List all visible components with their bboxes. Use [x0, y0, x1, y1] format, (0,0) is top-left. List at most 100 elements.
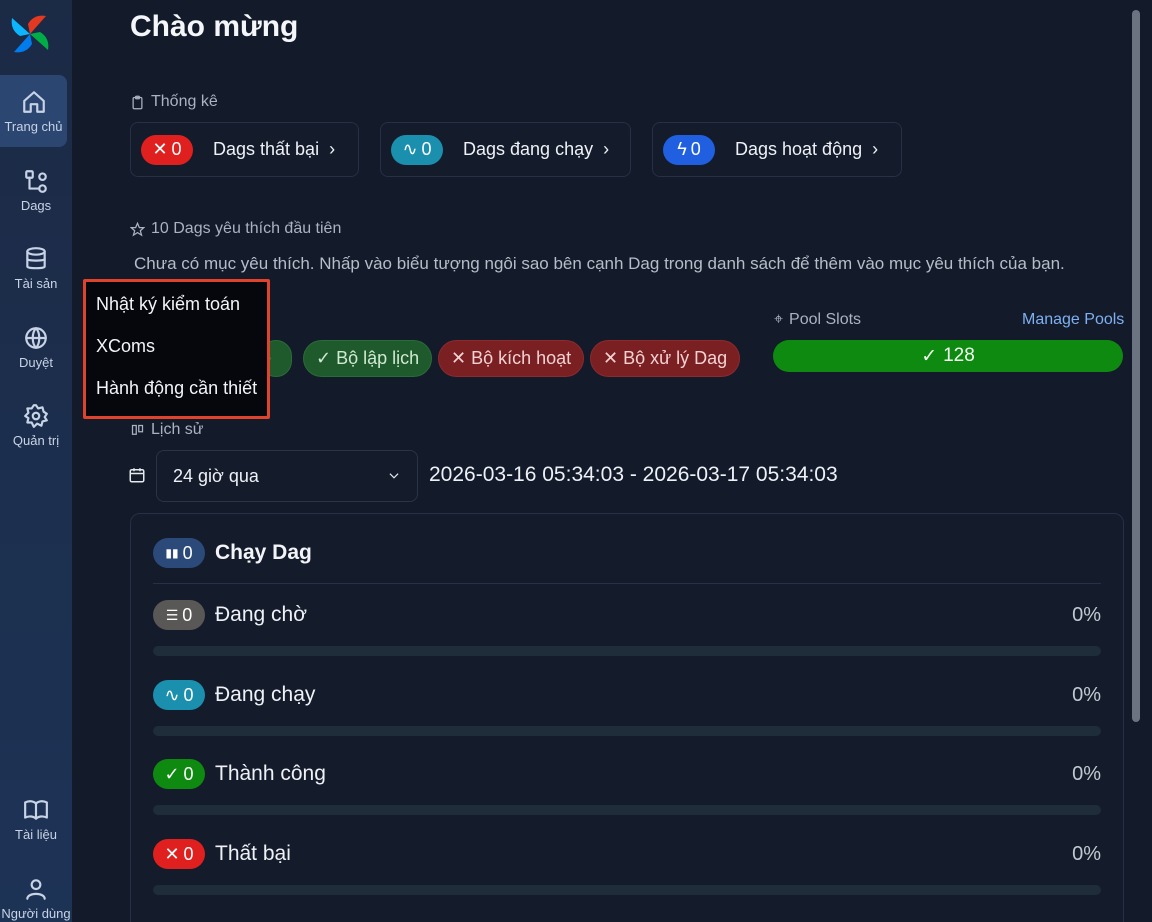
run-row-failed[interactable]: ✕ 0 Thất bại 0% [153, 837, 1101, 897]
database-icon [26, 246, 46, 269]
menu-item-required-actions[interactable]: Hành động cần thiết [86, 378, 267, 420]
running-count: 0 [183, 684, 194, 705]
sidebar-item-label: Duyệt [19, 354, 53, 370]
failed-badge: ✕ 0 [153, 839, 205, 869]
chevron-down-icon [389, 473, 399, 479]
sidebar-item-dags[interactable]: Dags [0, 154, 72, 226]
pool-slots-value: 128 [943, 345, 975, 366]
page-title: Chào mừng [130, 10, 299, 43]
queued-label: Đang chờ [215, 603, 307, 626]
main-content: Chào mừng Thống kê ✕ 0 Dags thất bại › ∿… [72, 0, 1132, 922]
scrollbar[interactable] [1130, 0, 1140, 922]
globe-icon [25, 326, 47, 349]
time-range-select[interactable]: 24 giờ qua [156, 450, 418, 502]
pool-slots-label: ⌖ Pool Slots [774, 311, 861, 329]
run-row-queued[interactable]: ☰ 0 Đang chờ 0% [153, 598, 1101, 658]
stats-label: Thống kê [151, 93, 218, 110]
pool-slots-text: Pool Slots [789, 311, 862, 328]
close-icon: ✕ [603, 348, 624, 368]
history-label: Lịch sử [151, 421, 204, 438]
health-pill-dag-processor[interactable]: ✕ Bộ xử lý Dag [590, 340, 741, 377]
favorites-label: 10 Dags yêu thích đầu tiên [151, 220, 342, 237]
favorites-empty-message: Chưa có mục yêu thích. Nhấp vào biểu tượ… [134, 254, 1065, 273]
failed-run-count: 0 [183, 843, 194, 864]
running-count-badge: ∿ 0 [391, 134, 443, 165]
dag-runs-title: Chạy Dag [215, 541, 312, 564]
chevron-right-icon: › [872, 139, 879, 159]
star-icon [130, 221, 145, 237]
time-range-value: 24 giờ qua [173, 465, 259, 486]
sidebar-item-docs[interactable]: Tài liệu [0, 783, 72, 855]
health-pill-label: Bộ xử lý Dag [623, 348, 728, 368]
health-pill-scheduler[interactable]: ✓ Bộ lập lịch [303, 340, 433, 377]
check-icon: ✓ [164, 763, 180, 784]
active-count-badge: ϟ 0 [663, 134, 715, 165]
sidebar-item-label: Tài liệu [15, 826, 57, 842]
failed-count-badge: ✕ 0 [141, 134, 193, 165]
manage-pools-link[interactable]: Manage Pools [1022, 311, 1124, 329]
sidebar-item-admin[interactable]: Quản trị [0, 389, 72, 461]
success-percent: 0% [1072, 762, 1101, 785]
sidebar-item-user[interactable]: Người dùng [0, 862, 72, 922]
history-section-label: Lịch sử [130, 421, 204, 439]
health-pill-label: Bộ lập lịch [336, 348, 420, 368]
dag-runs-header: ▮▮ 0 Chạy Dag [153, 538, 312, 568]
sidebar-item-label: Người dùng [1, 905, 71, 921]
sidebar: Trang chủ Dags Tài sản Duyệt Quản trị Tà… [0, 0, 72, 922]
gear-icon [24, 403, 48, 428]
crosshair-icon: ⌖ [774, 311, 784, 328]
airflow-logo-icon[interactable] [8, 12, 52, 56]
failed-count: 0 [171, 139, 182, 159]
sidebar-item-label: Quản trị [12, 432, 60, 448]
calendar-icon [129, 468, 145, 483]
check-icon: ✓ [316, 348, 337, 368]
dag-runs-total: 0 [182, 542, 193, 563]
queued-percent: 0% [1072, 603, 1101, 626]
chevron-right-icon: › [329, 139, 336, 159]
sidebar-item-browse[interactable]: Duyệt [0, 311, 72, 383]
sidebar-item-home[interactable]: Trang chủ [0, 75, 67, 147]
chevron-right-icon: › [603, 139, 610, 159]
queue-icon: ☰ [165, 606, 179, 623]
menu-item-xcoms[interactable]: XComs [86, 336, 267, 378]
running-label: Đang chạy [215, 683, 316, 706]
activity-icon: ∿ [164, 684, 180, 705]
sidebar-item-assets[interactable]: Tài sản [0, 232, 72, 304]
running-badge: ∿ 0 [153, 680, 205, 710]
bar-chart-icon: ▮▮ [165, 546, 179, 560]
run-row-running[interactable]: ∿ 0 Đang chạy 0% [153, 678, 1101, 738]
scrollbar-thumb[interactable] [1132, 10, 1140, 722]
sidebar-item-label: Trang chủ [4, 118, 63, 134]
queued-badge: ☰ 0 [153, 600, 205, 630]
menu-item-audit-log[interactable]: Nhật ký kiểm toán [86, 294, 267, 336]
health-pill-triggerer[interactable]: ✕ Bộ kích hoạt [438, 340, 585, 377]
pool-slots-bar[interactable]: ✓ 128 [773, 340, 1123, 372]
active-count: 0 [690, 139, 701, 159]
success-progress-bar [153, 805, 1101, 815]
failed-dags-label: Dags thất bại [213, 139, 320, 159]
running-dags-card[interactable]: ∿ 0 Dags đang chạy › [380, 122, 631, 177]
success-badge: ✓ 0 [153, 759, 205, 789]
active-dags-card[interactable]: ϟ 0 Dags hoạt động › [652, 122, 902, 177]
run-row-success[interactable]: ✓ 0 Thành công 0% [153, 757, 1101, 817]
clipboard-icon [132, 95, 143, 109]
success-count: 0 [183, 763, 194, 784]
dag-icon [25, 169, 47, 193]
running-progress-bar [153, 726, 1101, 736]
favorites-section-label: 10 Dags yêu thích đầu tiên [130, 220, 341, 238]
failed-dags-card[interactable]: ✕ 0 Dags thất bại › [130, 122, 359, 177]
running-dags-label: Dags đang chạy [463, 139, 594, 159]
queued-count: 0 [182, 604, 193, 625]
health-pill-label: Bộ kích hoạt [471, 348, 572, 368]
dag-runs-total-badge: ▮▮ 0 [153, 538, 205, 568]
failed-percent: 0% [1072, 842, 1101, 865]
sidebar-item-label: Tài sản [14, 275, 58, 291]
close-icon: ✕ [451, 348, 472, 368]
dag-runs-panel: ▮▮ 0 Chạy Dag ☰ 0 Đang chờ 0% ∿ 0 Đang chạ… [130, 513, 1124, 922]
success-label: Thành công [215, 762, 326, 785]
running-percent: 0% [1072, 683, 1101, 706]
home-icon [22, 90, 45, 113]
sidebar-item-label: Dags [20, 197, 52, 213]
failed-label: Thất bại [215, 842, 291, 865]
divider [153, 583, 1101, 584]
